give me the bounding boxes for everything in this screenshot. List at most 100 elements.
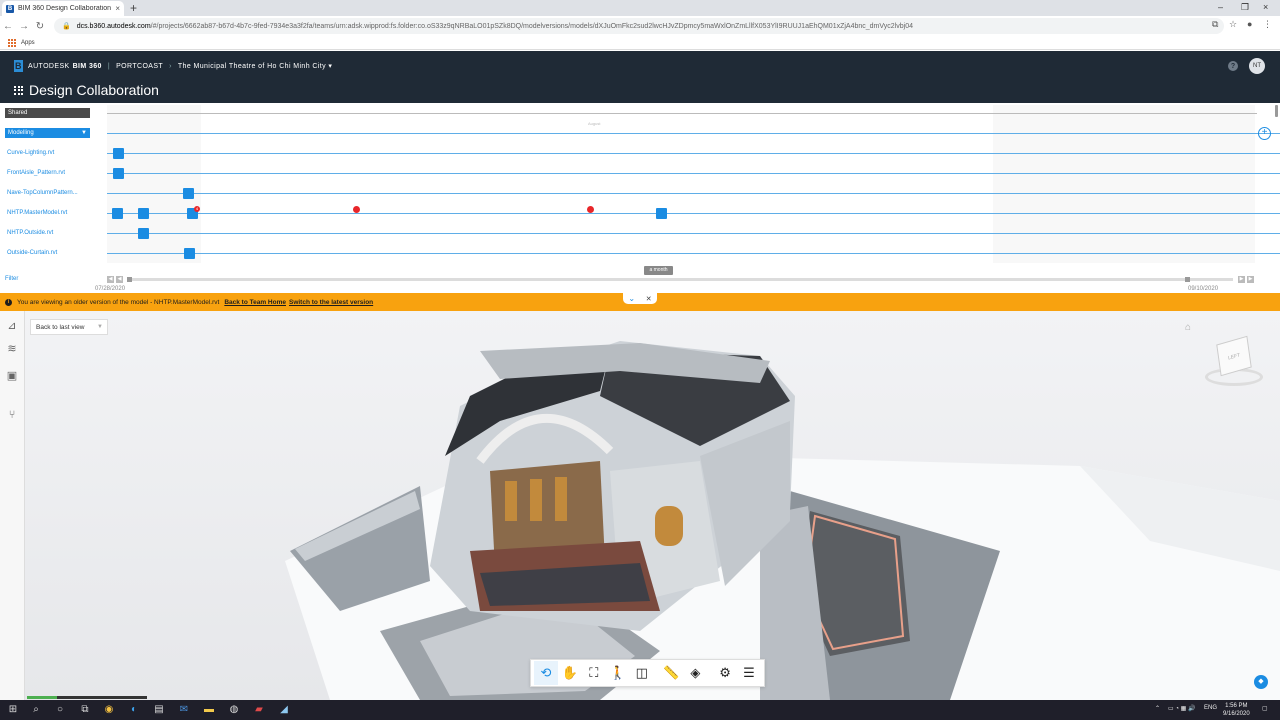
step-forward-icon[interactable]: ▶ [1238,276,1245,283]
help-icon[interactable]: ? [1228,61,1238,71]
windows-start-icon[interactable]: ⊞ [6,703,20,717]
file-link[interactable]: FrontAisle_Pattern.rvt [7,170,65,176]
minimize-button[interactable]: – [1218,0,1223,14]
file-link[interactable]: Outside-Curtain.rvt [7,250,57,256]
file-link[interactable]: NHTP.Outside.rvt [7,230,53,236]
project-company[interactable]: PORTCOAST [116,63,163,70]
reload-icon[interactable]: ↻ [32,21,48,32]
version-marker[interactable] [113,168,124,179]
url-field[interactable]: 🔒 dcs.b360.autodesk.com/#/projects/6662a… [54,18,1224,34]
apps-bookmark[interactable]: Apps [21,40,35,46]
timeline-track [107,193,1280,194]
end-date: 09/10/2020 [1188,286,1219,292]
version-marker[interactable] [138,228,149,239]
task-view-icon[interactable]: ⧉ [78,703,92,717]
back-to-last-view-button[interactable]: Back to last view ▼ [30,319,108,335]
file-link[interactable]: Curve-Lighting.rvt [7,150,54,156]
bim360-favicon-icon: B [6,4,14,13]
back-arrow-icon[interactable]: ← [0,21,16,32]
tray-icons[interactable]: ▭ ◔ ▦ 🔊 [1168,705,1195,712]
version-marker[interactable] [113,148,124,159]
user-avatar[interactable]: NT [1249,58,1265,74]
file-link[interactable]: NHTP.MasterModel.rvt [7,210,67,216]
range-end-handle[interactable] [1185,277,1190,282]
layers-icon[interactable]: ≋ [5,342,19,356]
store-icon[interactable]: ▤ [152,703,166,717]
compare-branch-icon[interactable]: ⑂ [5,408,19,422]
file-link[interactable]: Nave-TopColumnPattern... [7,190,78,196]
layers-stack-icon[interactable]: ◆ [1254,675,1268,689]
timeline-track [107,233,1280,234]
mail-icon[interactable]: ✉ [177,703,191,717]
file-explorer-icon[interactable]: ▬ [202,703,216,717]
home-view-icon[interactable]: ⌂ [1185,322,1197,334]
translate-icon[interactable]: ⧉ [1212,19,1218,30]
measure-ruler-icon[interactable]: 📏 [659,661,683,685]
module-switcher-icon[interactable] [14,85,23,95]
browser-tab[interactable]: B BIM 360 Design Collaboration × [2,1,124,16]
brand-divider: | [107,62,111,70]
back-to-team-home-link[interactable]: Back to Team Home [224,299,286,306]
cortana-icon[interactable]: ○ [53,703,67,717]
pan-hand-icon[interactable]: ✋ [558,661,582,685]
month-marker: August [588,121,601,126]
acrobat-icon[interactable]: ▰ [252,703,266,717]
window-close-button[interactable]: × [1263,0,1268,14]
viewer-toolbar: ⟲ ✋ ⛶ 🚶 ◫ 📏 ◈ ⚙ ☰ [530,659,765,687]
version-marker[interactable] [656,208,667,219]
load-progress-bar [27,696,147,699]
settings-gear-icon[interactable]: ⚙ [713,661,737,685]
fit-to-view-icon[interactable]: ⛶ [582,661,606,685]
version-marker[interactable] [184,248,195,259]
app-circle-icon[interactable]: ◍ [227,703,241,717]
range-start-handle[interactable] [127,277,132,282]
orbit-icon[interactable]: ⟲ [534,661,558,685]
caret-down-icon: ▾ [328,63,333,70]
camera-icon[interactable]: ◫ [630,661,654,685]
chevron-down-icon[interactable]: ⌄ [628,294,635,303]
address-bar-row: ← → ↻ 🔒 dcs.b360.autodesk.com/#/projects… [0,16,1280,36]
issue-marker[interactable] [587,206,594,213]
restore-button[interactable]: ❐ [1241,0,1249,14]
timeline-scrollbar[interactable] [1275,105,1278,117]
fast-forward-icon[interactable]: ▶ [1247,276,1254,283]
switch-latest-link[interactable]: Switch to the latest version [289,299,373,306]
first-person-icon[interactable]: 🚶 [606,661,630,685]
lock-icon: 🔒 [62,23,71,30]
new-tab-button[interactable]: + [130,1,137,15]
timeline-track [107,213,1280,214]
tab-close-icon[interactable]: × [115,4,120,13]
version-marker[interactable] [183,188,194,199]
version-marker[interactable] [112,208,123,219]
issue-marker[interactable] [353,206,360,213]
add-plus-icon[interactable]: + [1258,127,1271,140]
properties-icon[interactable]: ☰ [737,661,761,685]
product-name: BIM 360 [72,62,102,70]
folder-dropdown[interactable]: Modelling ▼ [5,128,90,138]
step-back-icon[interactable]: ◀ [116,276,123,283]
edge-icon[interactable]: ◐ [127,703,141,717]
bookmark-star-icon[interactable]: ☆ [1229,19,1237,30]
search-icon[interactable]: ⌕ [29,703,43,717]
filter-link[interactable]: Filter [5,276,18,282]
section-analysis-icon[interactable]: ◈ [683,661,707,685]
browser-menu-icon[interactable]: ⋮ [1263,19,1272,30]
model-browser-icon[interactable]: ⊿ [5,319,19,333]
system-clock[interactable]: 1:56 PM 9/16/2020 [1223,702,1250,718]
app-feather-icon[interactable]: ◢ [277,703,291,717]
tray-chevron-icon[interactable]: ⌃ [1155,705,1160,712]
close-icon[interactable]: ✕ [646,295,652,303]
notifications-icon[interactable]: ▢ [1262,705,1268,712]
autodesk-logo-icon: B [14,60,23,72]
timeline-scrubber[interactable] [127,278,1233,281]
chrome-icon[interactable]: ◉ [102,703,116,717]
project-name: The Municipal Theatre of Ho Chi Minh Cit… [177,63,327,70]
forward-arrow-icon[interactable]: → [16,21,32,32]
sheets-icon[interactable]: ▣ [5,369,19,383]
extension-icon[interactable]: ● [1247,19,1252,29]
version-marker[interactable] [138,208,149,219]
language-indicator[interactable]: ENG [1204,705,1217,711]
theatre-3d-model[interactable] [0,311,1280,700]
project-selector[interactable]: The Municipal Theatre of Ho Chi Minh Cit… [178,62,332,70]
rewind-icon[interactable]: ◀ [107,276,114,283]
